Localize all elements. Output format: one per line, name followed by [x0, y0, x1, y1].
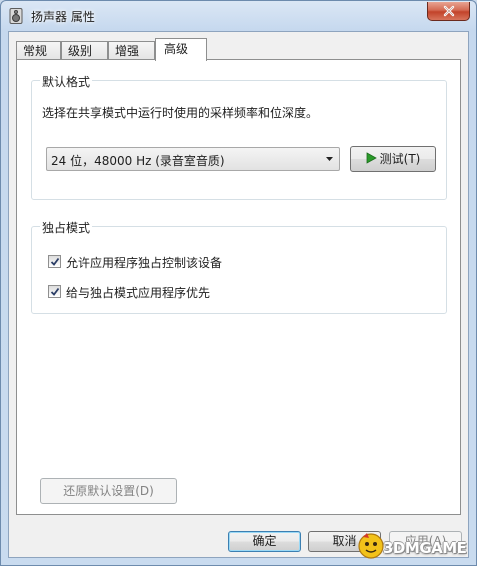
close-icon	[443, 5, 455, 17]
watermark-text: 3DMGAME	[383, 539, 467, 557]
checkmark-icon	[50, 257, 60, 266]
play-icon	[366, 152, 377, 164]
test-button[interactable]: 测试(T)	[350, 146, 436, 172]
close-button[interactable]	[427, 2, 470, 21]
default-format-legend: 默认格式	[40, 73, 93, 90]
exclusive-mode-group: 独占模式 允许应用程序独占控制该设备 给与独占模式应用程序优先	[31, 219, 447, 314]
tab-levels[interactable]: 级别	[61, 41, 108, 60]
format-select[interactable]: 24 位，48000 Hz (录音室音质)	[46, 147, 340, 171]
ok-button[interactable]: 确定	[228, 531, 301, 552]
exclusive-priority-label: 给与独占模式应用程序优先	[66, 286, 211, 300]
dialog-client-area: 常规 级别 增强 高级 默认格式 选择在共享模式中运行时使用的采样频率和位深度。…	[8, 31, 469, 558]
test-button-label: 测试(T)	[379, 152, 421, 166]
format-select-value: 24 位，48000 Hz (录音室音质)	[51, 154, 225, 168]
restore-defaults-button[interactable]: 还原默认设置(D)	[40, 478, 177, 504]
tab-advanced[interactable]: 高级	[155, 38, 207, 61]
watermark: 3DMGAME	[357, 531, 473, 563]
window-title: 扬声器 属性	[31, 10, 95, 24]
advanced-tab-panel: 默认格式 选择在共享模式中运行时使用的采样频率和位深度。 24 位，48000 …	[16, 59, 461, 515]
tab-general[interactable]: 常规	[16, 41, 61, 60]
properties-window: 扬声器 属性 常规 级别 增强 高级 默认格式 选择在共享模式中运行时使用的采样…	[0, 0, 477, 566]
exclusive-mode-legend: 独占模式	[40, 219, 93, 236]
exclusive-control-label: 允许应用程序独占控制该设备	[66, 256, 223, 270]
dropdown-arrow-icon	[326, 157, 333, 161]
exclusive-priority-checkbox[interactable]	[48, 285, 61, 298]
checkmark-icon	[50, 287, 60, 296]
default-format-group: 默认格式 选择在共享模式中运行时使用的采样频率和位深度。 24 位，48000 …	[31, 73, 447, 200]
exclusive-control-checkbox[interactable]	[48, 255, 61, 268]
speaker-icon	[9, 8, 23, 24]
tab-enhancements[interactable]: 增强	[108, 41, 155, 60]
title-bar[interactable]: 扬声器 属性	[1, 1, 476, 31]
default-format-description: 选择在共享模式中运行时使用的采样频率和位深度。	[42, 106, 319, 120]
mascot-icon	[358, 533, 384, 559]
